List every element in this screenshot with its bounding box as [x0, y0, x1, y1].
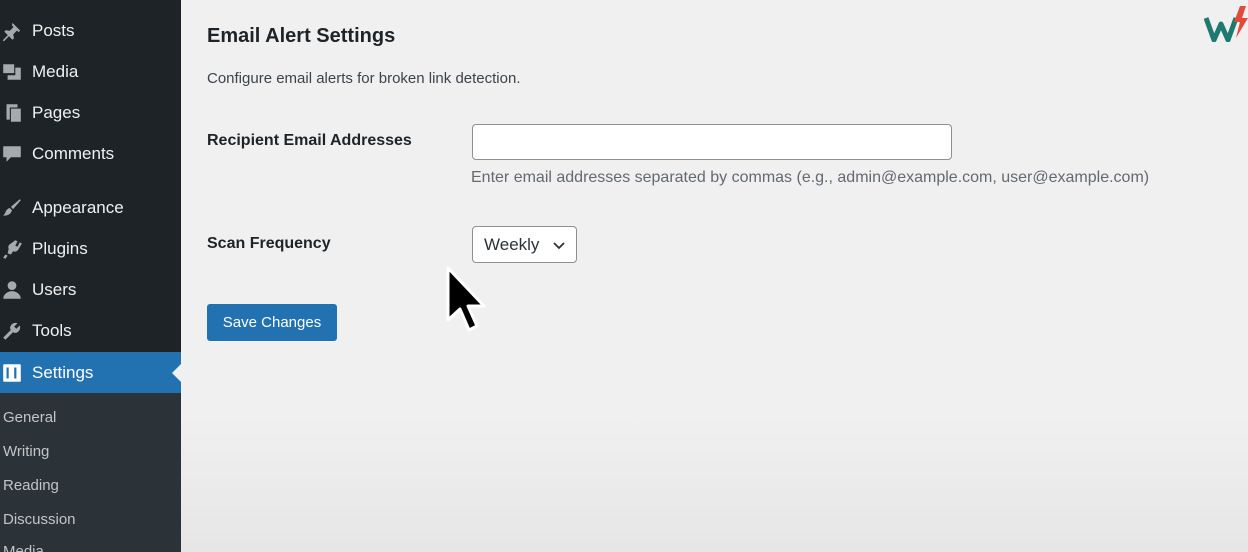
submenu-item-general[interactable]: General — [3, 409, 56, 426]
scan-frequency-label: Scan Frequency — [207, 235, 331, 252]
media-icon — [0, 60, 24, 84]
submenu-item-writing[interactable]: Writing — [3, 443, 49, 460]
sidebar-item-label: Posts — [32, 20, 75, 40]
pin-icon — [0, 19, 24, 43]
brand-logo — [1203, 6, 1248, 43]
sidebar-item-plugins[interactable]: Plugins — [0, 228, 181, 269]
admin-sidebar: Posts Media Pages Comments Appearance Pl… — [0, 0, 181, 552]
submenu-item-media[interactable]: Media — [3, 543, 44, 552]
wrench-icon — [0, 319, 24, 343]
plug-icon — [0, 237, 24, 261]
scan-frequency-select[interactable]: Weekly — [472, 226, 577, 263]
sidebar-item-settings[interactable]: Settings — [0, 352, 181, 393]
sidebar-item-label: Tools — [32, 320, 72, 340]
recipient-email-input[interactable] — [472, 124, 952, 160]
recipient-email-help: Enter email addresses separated by comma… — [471, 169, 1150, 186]
main-content: Email Alert Settings Configure email ale… — [181, 0, 1248, 552]
sidebar-item-pages[interactable]: Pages — [0, 92, 181, 133]
sidebar-item-tools[interactable]: Tools — [0, 310, 181, 351]
chevron-down-icon — [551, 237, 567, 253]
scan-frequency-value: Weekly — [484, 234, 540, 254]
sidebar-item-appearance[interactable]: Appearance — [0, 187, 181, 228]
brush-icon — [0, 196, 24, 220]
sidebar-item-label: Comments — [32, 143, 115, 163]
sidebar-item-label: Pages — [32, 102, 81, 122]
save-changes-button[interactable]: Save Changes — [207, 304, 337, 341]
settings-submenu: General Writing Reading Discussion Media — [0, 393, 181, 552]
sidebar-item-posts[interactable]: Posts — [0, 10, 181, 51]
sidebar-item-label: Settings — [32, 362, 94, 382]
user-icon — [0, 278, 24, 302]
sidebar-item-label: Plugins — [32, 238, 88, 258]
sidebar-item-users[interactable]: Users — [0, 269, 181, 310]
settings-icon — [0, 361, 24, 385]
sidebar-item-label: Users — [32, 279, 77, 299]
page-title: Email Alert Settings — [207, 25, 396, 47]
sidebar-item-comments[interactable]: Comments — [0, 133, 181, 174]
sidebar-item-media[interactable]: Media — [0, 51, 181, 92]
recipient-email-label: Recipient Email Addresses — [207, 132, 412, 149]
comments-icon — [0, 142, 24, 166]
submenu-item-reading[interactable]: Reading — [3, 477, 59, 494]
sidebar-item-label: Appearance — [32, 197, 124, 217]
pages-icon — [0, 101, 24, 125]
submenu-item-discussion[interactable]: Discussion — [3, 511, 76, 528]
page-description: Configure email alerts for broken link d… — [207, 70, 521, 87]
sidebar-item-label: Media — [32, 61, 79, 81]
